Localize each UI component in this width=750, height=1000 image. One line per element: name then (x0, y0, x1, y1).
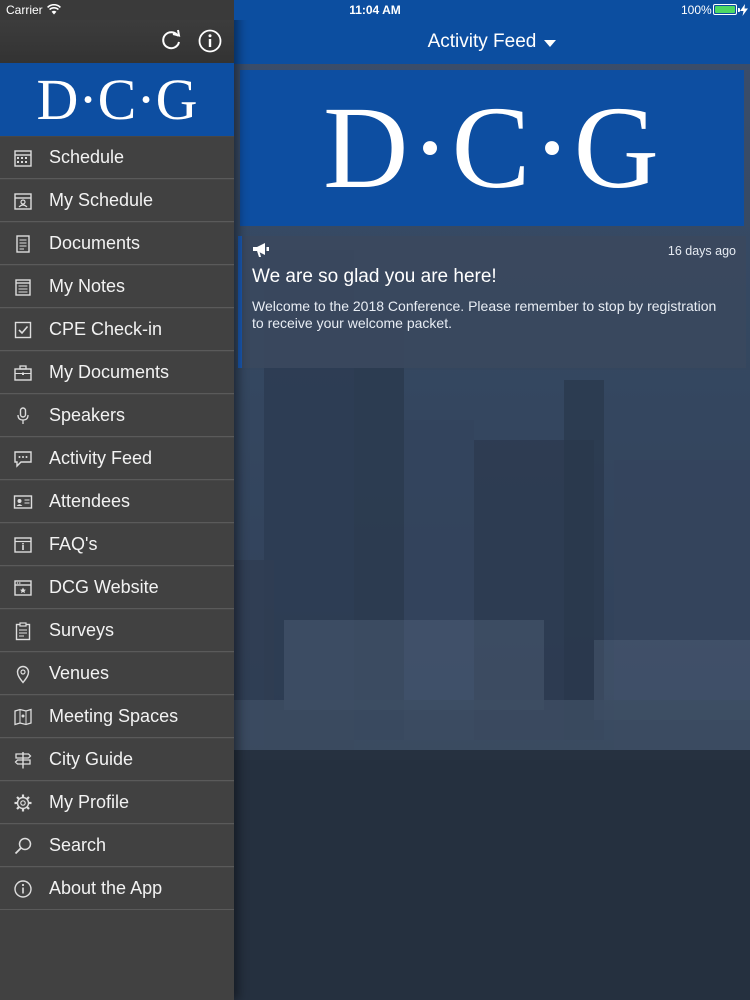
activity-feed-header[interactable]: Activity Feed (234, 20, 750, 64)
post-title: We are so glad you are here! (252, 266, 497, 287)
activity-feed-view: Activity Feed D·C·G 16 days ago We are s… (234, 0, 750, 1000)
gear-icon (12, 792, 34, 814)
sidebar-item-meeting-spaces[interactable]: Meeting Spaces (0, 695, 234, 738)
sidebar-item-label: My Documents (49, 362, 170, 382)
sidebar-item-label: DCG Website (49, 577, 159, 597)
map-pin-icon (12, 663, 34, 685)
sidebar-nav: Schedule My Schedule Documents My Notes … (0, 136, 234, 910)
battery-percent: 100% (681, 3, 712, 17)
microphone-icon (12, 405, 34, 427)
sidebar-item-venues[interactable]: Venues (0, 652, 234, 695)
browser-icon (12, 577, 34, 599)
sidebar-item-schedule[interactable]: Schedule (0, 136, 234, 179)
feed-post[interactable]: 16 days ago We are so glad you are here!… (238, 236, 746, 368)
chat-bubble-icon (12, 448, 34, 470)
megaphone-icon (253, 243, 269, 257)
dcg-banner-logo: D·C·G (240, 70, 744, 226)
notepad-icon (12, 276, 34, 298)
sidebar-menu: D·C·G Schedule My Schedule Documents My … (0, 0, 234, 1000)
sidebar-item-label: Surveys (49, 620, 115, 640)
floor-map-icon (12, 706, 34, 728)
info-circle-icon (12, 878, 34, 900)
sidebar-item-city-guide[interactable]: City Guide (0, 738, 234, 781)
sidebar-item-label: City Guide (49, 749, 134, 769)
sidebar-toolbar (0, 20, 234, 63)
status-bar: Carrier 11:04 AM 100% (0, 0, 750, 20)
sidebar-item-speakers[interactable]: Speakers (0, 394, 234, 437)
charging-bolt-icon (740, 4, 748, 16)
sidebar-item-dcg-website[interactable]: DCG Website (0, 566, 234, 609)
sidebar-item-my-documents[interactable]: My Documents (0, 351, 234, 394)
sidebar-item-about-the-app[interactable]: About the App (0, 867, 234, 910)
sidebar-item-label: My Notes (49, 276, 126, 296)
clipboard-icon (12, 620, 34, 642)
sidebar-item-label: My Profile (49, 792, 130, 812)
sidebar-item-label: Speakers (49, 405, 126, 425)
sidebar-item-my-notes[interactable]: My Notes (0, 265, 234, 308)
sidebar-item-my-schedule[interactable]: My Schedule (0, 179, 234, 222)
id-card-icon (12, 491, 34, 513)
header-title[interactable]: Activity Feed (428, 31, 537, 53)
sidebar-item-label: Documents (49, 233, 141, 253)
sidebar-item-label: Activity Feed (49, 448, 153, 468)
post-body: Welcome to the 2018 Conference. Please r… (252, 298, 717, 331)
info-box-icon (12, 534, 34, 556)
briefcase-icon (12, 362, 34, 384)
sidebar-item-label: Schedule (49, 147, 125, 167)
sidebar-item-label: My Schedule (49, 190, 154, 210)
checkbox-icon (12, 319, 34, 341)
sidebar-item-my-profile[interactable]: My Profile (0, 781, 234, 824)
sidebar-item-label: About the App (49, 878, 163, 898)
sidebar-item-label: Search (49, 835, 107, 855)
sidebar-item-label: Venues (49, 663, 110, 683)
calendar-icon (12, 147, 34, 169)
battery-icon (713, 4, 740, 15)
sidebar-item-faqs[interactable]: FAQ's (0, 523, 234, 566)
post-timestamp: 16 days ago (667, 244, 736, 258)
sidebar-item-label: CPE Check-in (49, 319, 163, 339)
status-time: 11:04 AM (349, 3, 401, 17)
sidebar-item-surveys[interactable]: Surveys (0, 609, 234, 652)
search-icon (12, 835, 34, 857)
chevron-down-icon[interactable] (544, 39, 557, 47)
person-calendar-icon (12, 190, 34, 212)
signpost-icon (12, 749, 34, 771)
document-icon (12, 233, 34, 255)
sidebar-item-documents[interactable]: Documents (0, 222, 234, 265)
refresh-icon[interactable] (158, 28, 184, 54)
sidebar-item-attendees[interactable]: Attendees (0, 480, 234, 523)
sidebar-item-label: FAQ's (49, 534, 98, 554)
sidebar-item-search[interactable]: Search (0, 824, 234, 867)
sidebar-item-cpe-check-in[interactable]: CPE Check-in (0, 308, 234, 351)
sidebar-logo: D·C·G (0, 63, 234, 136)
sidebar-item-label: Attendees (49, 491, 131, 511)
sidebar-item-label: Meeting Spaces (49, 706, 179, 726)
info-icon[interactable] (197, 28, 223, 54)
sidebar-item-activity-feed[interactable]: Activity Feed (0, 437, 234, 480)
